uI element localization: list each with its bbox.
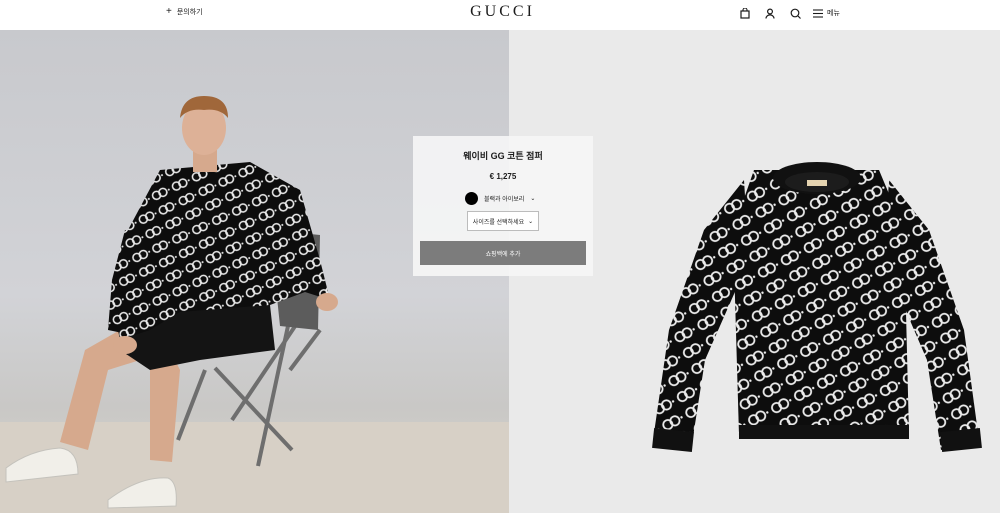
add-to-bag-button[interactable]: 쇼핑백에 추가: [420, 241, 586, 265]
color-label: 블랙과 아이보리: [484, 197, 525, 203]
shopping-bag-icon[interactable]: [738, 6, 752, 20]
product-info-card: 웨이비 GG 코튼 점퍼 € 1,275 블랙과 아이보리 ⌄ 사이즈를 선택하…: [413, 136, 593, 276]
chevron-down-icon: ⌄: [528, 218, 534, 225]
plus-icon: +: [166, 6, 172, 17]
user-icon[interactable]: [763, 6, 777, 20]
menu-label: 메뉴: [827, 10, 840, 17]
product-price: € 1,275: [489, 172, 517, 181]
menu-icon: [813, 8, 823, 18]
color-swatch: [465, 192, 478, 205]
product-name: 웨이비 GG 코튼 점퍼: [463, 151, 543, 161]
color-selector[interactable]: 블랙과 아이보리 ⌄: [465, 192, 535, 205]
contact-link[interactable]: + 문의하기: [166, 7, 203, 17]
site-header: + 문의하기 GUCCI 메뉴: [0, 0, 1000, 30]
header-nav-icons: 메뉴: [738, 6, 840, 20]
menu-button[interactable]: 메뉴: [813, 8, 840, 18]
gucci-logo[interactable]: GUCCI: [465, 3, 540, 21]
size-select[interactable]: 사이즈를 선택하세요 ⌄: [467, 211, 539, 231]
contact-label: 문의하기: [176, 9, 203, 16]
size-select-placeholder: 사이즈를 선택하세요: [472, 219, 525, 226]
search-icon[interactable]: [788, 6, 802, 20]
chevron-down-icon: ⌄: [530, 196, 536, 202]
